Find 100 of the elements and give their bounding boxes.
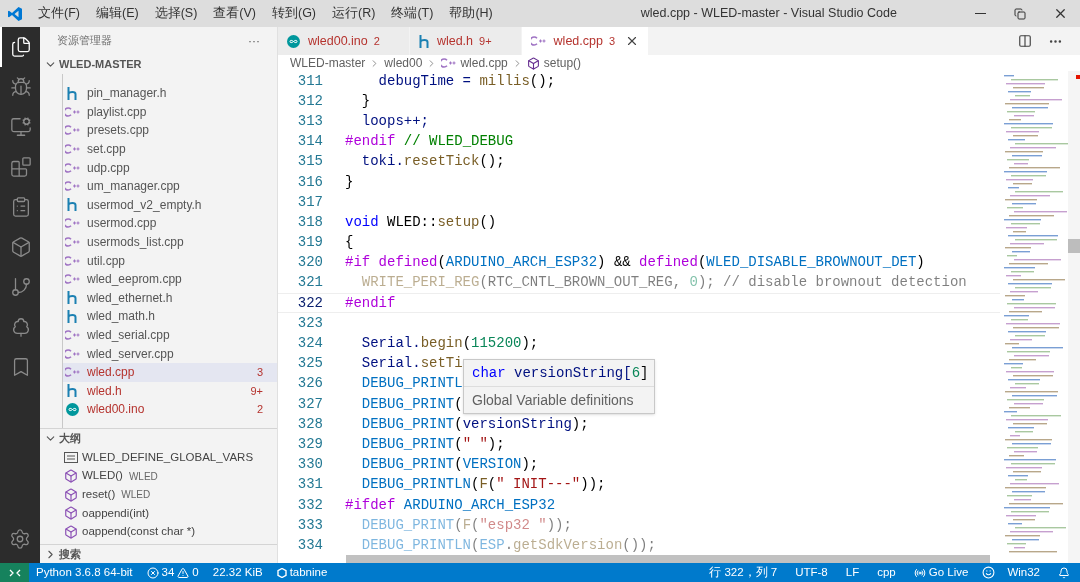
file-item[interactable]: wled00.ino 2 bbox=[63, 400, 277, 419]
tree-icon bbox=[10, 316, 32, 338]
feedback-icon[interactable] bbox=[982, 566, 996, 579]
code-line: #if defined(ARDUINO_ARCH_ESP32) && defined(WLED_DISABLE_BROWNOUT_DET) bbox=[345, 253, 925, 273]
more-actions-button[interactable]: ··· bbox=[248, 31, 260, 50]
file-item[interactable]: wled.h 9+ bbox=[63, 381, 277, 401]
remote-button[interactable] bbox=[0, 563, 29, 582]
line-number: 315 bbox=[296, 152, 323, 172]
menu-item[interactable]: 终端(T) bbox=[383, 4, 442, 23]
tabnine-status[interactable]: tabnine bbox=[289, 563, 328, 582]
file-name: wled_server.cpp bbox=[87, 345, 174, 363]
cpp-file-icon bbox=[64, 218, 80, 229]
file-item[interactable]: usermod.cpp bbox=[63, 214, 277, 233]
line-number: 331 bbox=[296, 475, 323, 495]
cpp-file-icon bbox=[64, 106, 80, 117]
code-line: toki.resetTick(); bbox=[360, 152, 505, 172]
error-count[interactable]: 34 bbox=[161, 563, 175, 582]
editor-tab[interactable]: wled.cpp 3 bbox=[521, 27, 650, 55]
code-line: void WLED::setup() bbox=[345, 212, 497, 232]
code-line: WRITE_PERI_REG(RTC_CNTL_BROWN_OUT_REG, 0); // disable brownout detection bbox=[360, 273, 967, 293]
file-item[interactable]: wled_server.cpp bbox=[63, 344, 277, 363]
file-name: udp.cpp bbox=[87, 159, 130, 177]
file-item[interactable]: wled_eeprom.cpp bbox=[63, 269, 277, 289]
outline-name: oappend(const char *) bbox=[82, 524, 196, 540]
cpp-file-icon bbox=[441, 58, 457, 68]
file-item[interactable]: usermods_list.cpp bbox=[63, 232, 277, 252]
code-line: #endif bbox=[345, 293, 396, 313]
file-item[interactable]: presets.cpp bbox=[63, 121, 277, 140]
warning-count[interactable]: 0 bbox=[192, 563, 199, 582]
file-item[interactable]: usermod_v2_empty.h bbox=[63, 195, 277, 215]
folder-header[interactable]: WLED-MASTER bbox=[40, 54, 277, 74]
outline-item[interactable]: WLED_DEFINE_GLOBAL_VARS bbox=[40, 448, 277, 467]
cursor-position[interactable]: 行 322，列 7 bbox=[709, 563, 778, 582]
code-line: DEBUG_PRINT( bbox=[360, 394, 463, 414]
line-number: 332 bbox=[296, 495, 323, 515]
editor-tab[interactable]: wled.h 9+ bbox=[409, 27, 522, 55]
menu-item[interactable]: 文件(F) bbox=[30, 4, 88, 23]
line-number: 329 bbox=[296, 434, 323, 454]
file-size[interactable]: 22.32 KiB bbox=[212, 563, 263, 582]
code-line: DEBUG_PRINT(F("esp32 ")); bbox=[360, 515, 572, 535]
python-interpreter[interactable]: Python 3.6.8 64-bit bbox=[36, 563, 133, 582]
problem-count: 3 bbox=[256, 364, 263, 380]
outline-item[interactable]: WLED() WLED bbox=[40, 466, 277, 486]
go-live-button[interactable]: Go Live bbox=[928, 563, 969, 582]
file-name: usermods_list.cpp bbox=[87, 234, 184, 252]
editor-tab[interactable]: wled00.ino 2 bbox=[278, 27, 410, 55]
menu-item[interactable]: 转到(G) bbox=[264, 4, 325, 23]
file-item[interactable]: um_manager.cpp bbox=[63, 176, 277, 196]
field-icon bbox=[64, 451, 78, 463]
warning-icon bbox=[177, 566, 190, 579]
cpp-file-icon bbox=[64, 274, 80, 285]
file-name: wled.h bbox=[87, 382, 122, 400]
error-icon bbox=[146, 566, 159, 579]
breadcrumb-item[interactable]: WLED-master bbox=[290, 54, 366, 72]
line-number: 319 bbox=[296, 233, 323, 253]
file-item[interactable]: wled_serial.cpp bbox=[63, 325, 277, 345]
blocks-icon bbox=[10, 156, 32, 178]
language-mode[interactable]: cpp bbox=[877, 563, 896, 582]
line-number: 328 bbox=[296, 414, 323, 434]
code-line: DEBUG_PRINTLN(ESP.getSdkVersion()); bbox=[360, 535, 656, 555]
menu-item[interactable]: 运行(R) bbox=[324, 4, 384, 23]
code-line: DEBUG_PRINT(VERSION); bbox=[360, 455, 539, 475]
file-name: wled_math.h bbox=[87, 308, 156, 326]
file-name: set.cpp bbox=[87, 141, 126, 159]
file-name: playlist.cpp bbox=[87, 103, 147, 121]
file-item[interactable]: set.cpp bbox=[63, 139, 277, 159]
line-number: 322 bbox=[296, 293, 323, 313]
line-number: 333 bbox=[296, 515, 323, 535]
breadcrumb-item[interactable]: wled.cpp bbox=[460, 54, 508, 72]
outline-item[interactable]: reset() WLED bbox=[40, 485, 277, 505]
minimize-icon bbox=[974, 13, 986, 14]
platform[interactable]: Win32 bbox=[1007, 563, 1040, 582]
outline-header[interactable]: 大纲 bbox=[40, 428, 277, 448]
file-item[interactable]: wled.cpp 3 bbox=[63, 362, 277, 382]
outline-item[interactable]: oappend(const char *) bbox=[40, 522, 277, 542]
infinity-file-icon bbox=[65, 402, 79, 416]
notifications-icon[interactable] bbox=[1058, 566, 1070, 579]
horizontal-scrollbar[interactable] bbox=[346, 555, 990, 563]
file-name: usermod_v2_empty.h bbox=[87, 196, 202, 214]
menu-item[interactable]: 帮助(H) bbox=[441, 4, 501, 23]
file-item[interactable]: util.cpp bbox=[63, 251, 277, 270]
code-line: Serial.begin(115200); bbox=[360, 334, 539, 354]
outline-item[interactable]: oappendi(int) bbox=[40, 504, 277, 523]
file-item[interactable]: pin_manager.h bbox=[63, 84, 277, 103]
hover-signature: char versionString[6] bbox=[464, 360, 654, 387]
breadcrumb-item[interactable]: setup() bbox=[543, 54, 582, 72]
file-item[interactable]: wled_ethernet.h bbox=[63, 288, 277, 308]
file-item[interactable]: playlist.cpp bbox=[63, 102, 277, 122]
split-editor-icon[interactable] bbox=[1018, 34, 1032, 48]
menu-item[interactable]: 选择(S) bbox=[146, 4, 206, 23]
scrollbar-thumb[interactable] bbox=[1068, 239, 1080, 253]
menu-item[interactable]: 编辑(E) bbox=[87, 4, 147, 23]
encoding[interactable]: UTF-8 bbox=[795, 563, 828, 582]
file-item[interactable]: wled_math.h bbox=[63, 307, 277, 326]
hover-doc: Global Variable definitions bbox=[471, 390, 635, 410]
menu-item[interactable]: 查看(V) bbox=[205, 4, 264, 23]
breadcrumb-item[interactable]: wled00 bbox=[384, 54, 423, 72]
file-name: wled_eeprom.cpp bbox=[87, 271, 182, 289]
line-ending[interactable]: LF bbox=[845, 563, 860, 582]
file-item[interactable]: udp.cpp bbox=[63, 158, 277, 177]
